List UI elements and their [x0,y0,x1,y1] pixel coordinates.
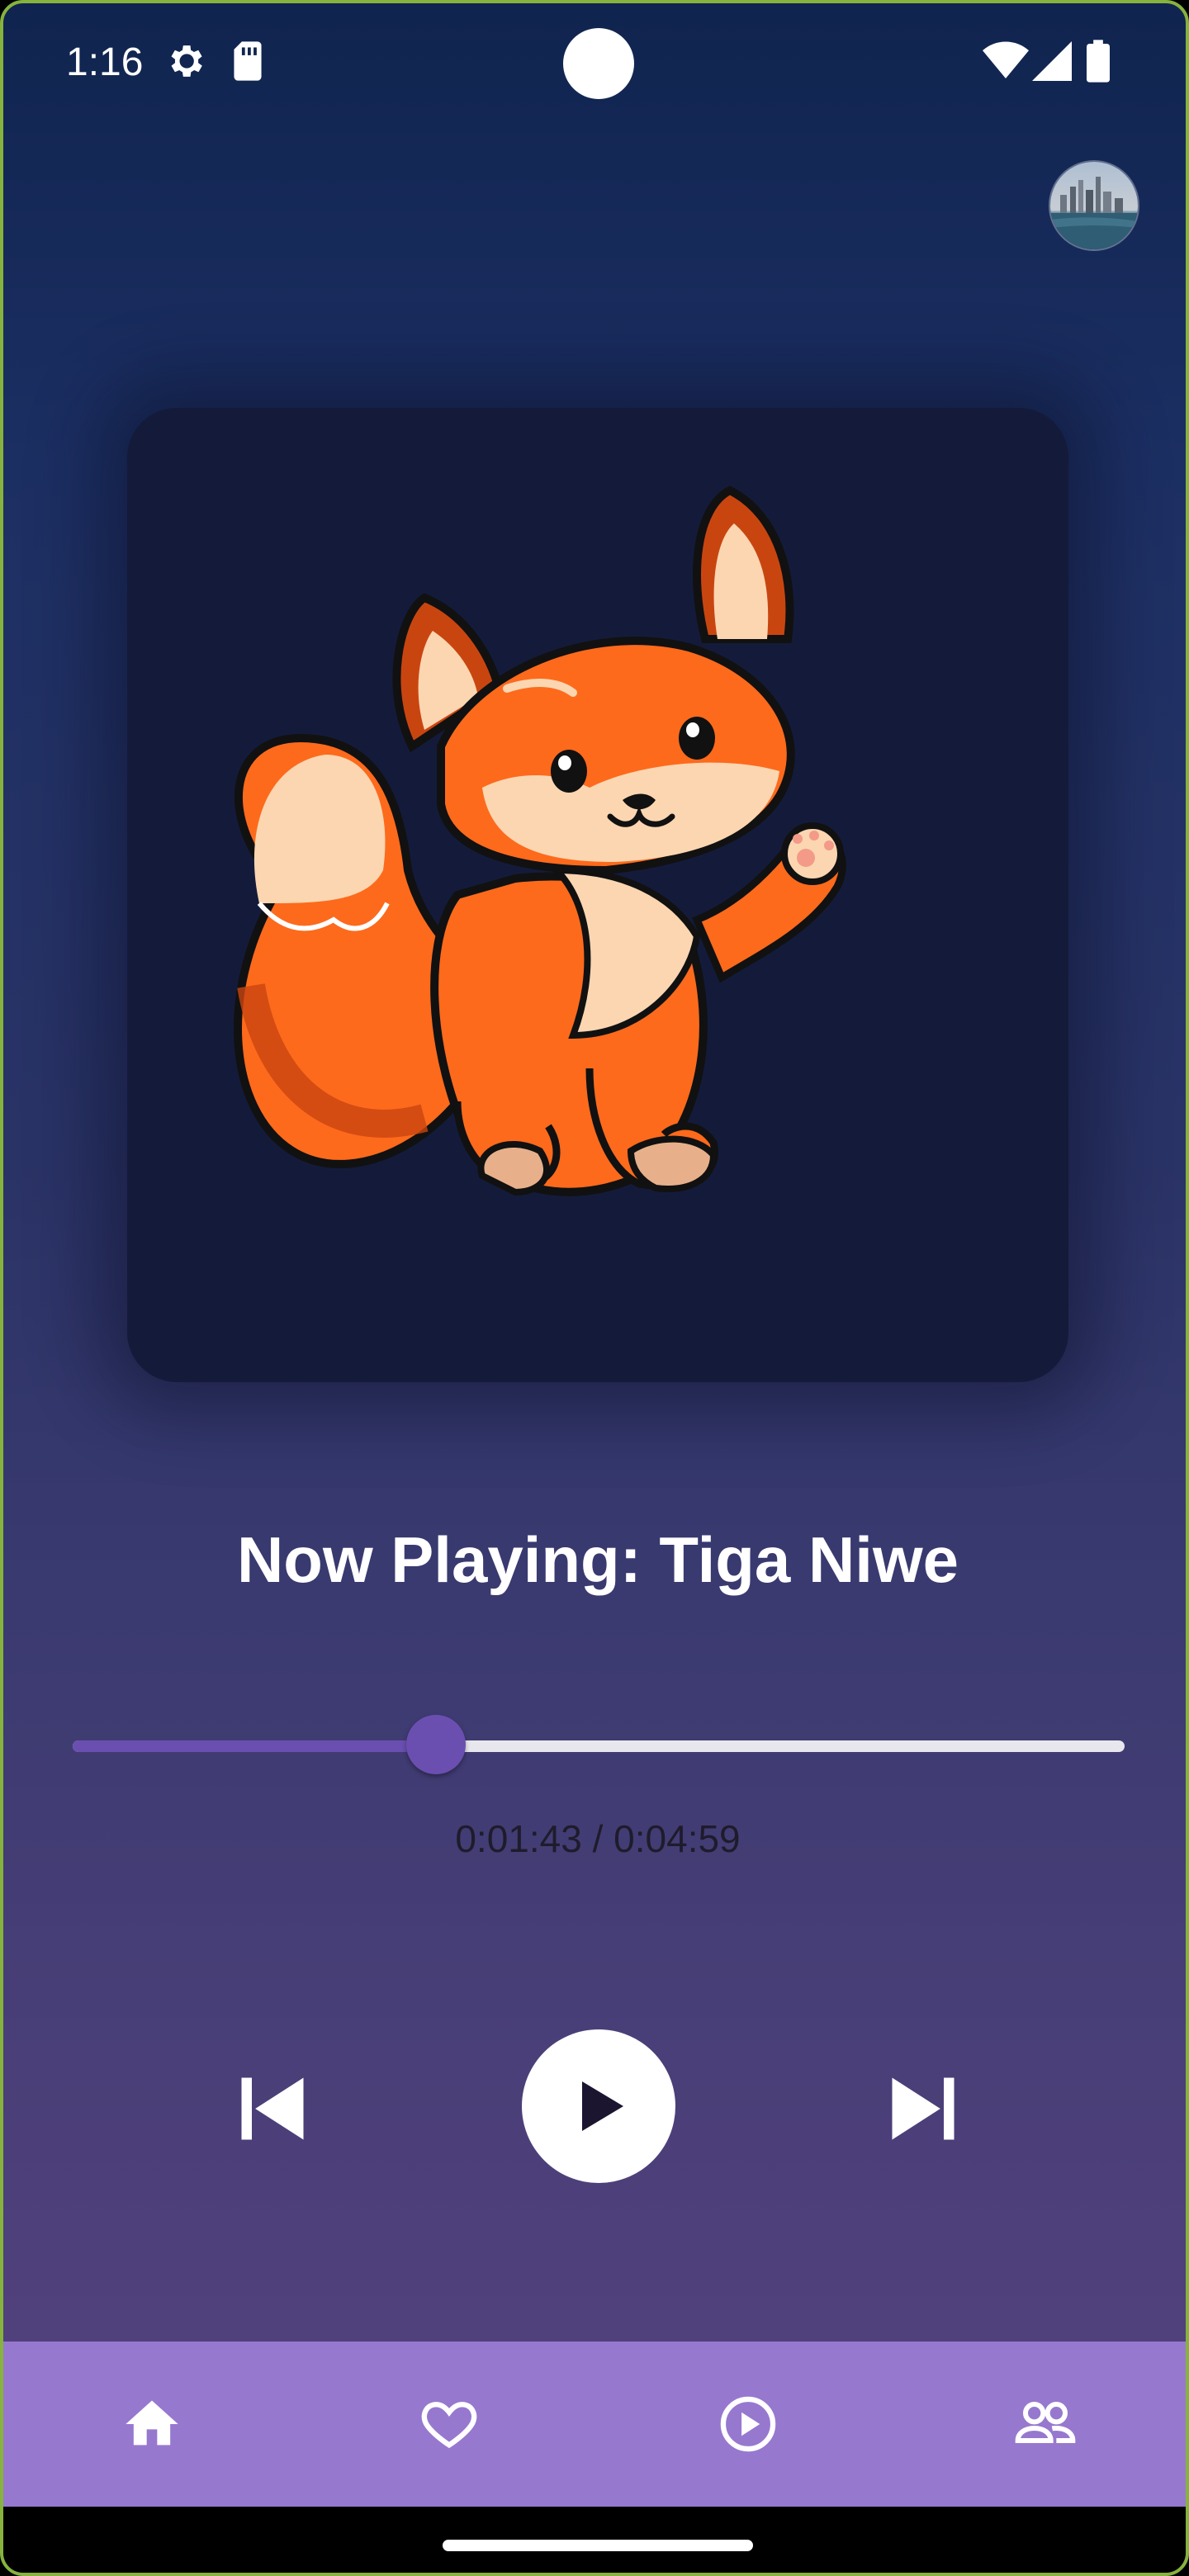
people-icon [1015,2402,1076,2443]
progress-slider[interactable] [73,1715,1125,1774]
nav-player[interactable] [707,2383,789,2465]
nav-favorites[interactable] [408,2383,490,2465]
favorite-heart-icon [421,2402,477,2449]
status-time: 1:16 [66,40,144,84]
album-art [127,408,1068,1382]
bottom-navigation [3,2342,1186,2507]
battery-icon [1087,40,1110,83]
settings-gear-icon [171,45,202,77]
status-bar: 1:16 [3,3,1186,127]
city-skyline-image [1050,162,1138,249]
home-gesture-bar[interactable] [443,2540,753,2551]
play-button[interactable] [522,2029,675,2183]
system-gesture-area [3,2507,1186,2573]
home-icon [126,2400,178,2446]
nav-friends[interactable] [1004,2383,1087,2465]
play-circle-icon [720,2396,776,2452]
playback-time: 0:01:43 / 0:04:59 [455,1817,741,1860]
progress-thumb[interactable] [405,1715,466,1774]
phone-screen: 1:16 Now Playing: Tiga Niwe 0:01:43 / 0:… [0,0,1189,2576]
progress-fill [73,1740,436,1752]
play-icon [582,2081,623,2131]
front-camera-cutout [563,28,634,99]
profile-avatar[interactable] [1049,160,1139,251]
skip-next-icon[interactable] [882,2067,964,2150]
cell-signal-icon [1032,41,1072,81]
sd-card-icon [234,41,262,81]
fox-illustration [234,485,846,1196]
wifi-icon [983,41,1029,78]
now-playing-title: Now Playing: Tiga Niwe [236,1523,959,1596]
skip-previous-icon[interactable] [231,2067,314,2150]
nav-home[interactable] [111,2383,193,2465]
